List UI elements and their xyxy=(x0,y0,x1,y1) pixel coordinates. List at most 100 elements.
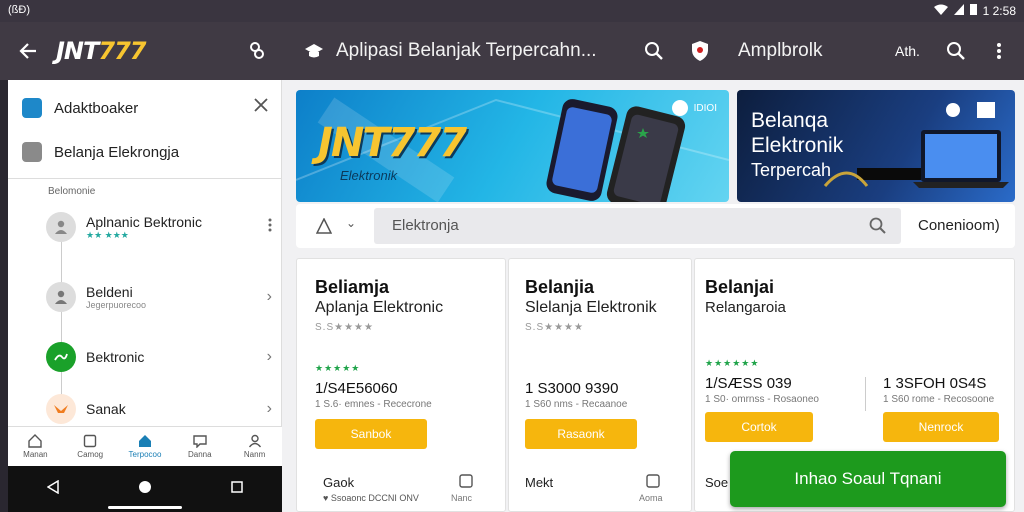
chevron-down-icon[interactable]: ⌄ xyxy=(346,216,356,230)
nav-active[interactable]: Terpocoo xyxy=(118,427,173,466)
search-icon[interactable] xyxy=(869,217,887,240)
product-subtitle: Relangaroia xyxy=(705,299,786,316)
product-title: Belanjai xyxy=(705,277,775,297)
nav-chat[interactable]: Danna xyxy=(172,427,227,466)
search-button[interactable] xyxy=(644,22,664,80)
signal-icon xyxy=(953,3,964,18)
status-bar: (ßÐ) 1 2:58 xyxy=(0,0,1024,22)
home-icon xyxy=(28,434,43,448)
sidebar-header-1-label: Adaktboaker xyxy=(54,99,139,117)
sidebar-item-subtitle: Jegerpuorecoo xyxy=(86,300,147,310)
text-size-button[interactable]: Ath. xyxy=(895,22,920,80)
banner-badge-text: IDIOI xyxy=(693,102,717,114)
nav-label: Terpocoo xyxy=(128,450,162,459)
catalog-icon xyxy=(83,434,97,448)
nav-label: Nanm xyxy=(243,450,266,459)
product-meta: 1 S.6· emnes - Rececrone xyxy=(315,399,432,410)
buy-button[interactable]: Rasaonk xyxy=(525,419,637,449)
product-meta-2: 1 S60 rome - Recosoone xyxy=(883,394,995,405)
product-card[interactable]: Belanjia Slelanja Elektronik S.S★★★★ 1 S… xyxy=(508,258,692,512)
product-rating: S.S★★★★ xyxy=(525,322,584,333)
person-icon xyxy=(248,434,261,448)
sidebar-header-1[interactable]: Adaktboaker xyxy=(8,96,282,120)
product-price: 1/S4E56060 xyxy=(315,380,398,397)
back-button[interactable] xyxy=(18,22,38,80)
cart-icon[interactable] xyxy=(459,474,473,493)
more-vert-icon[interactable] xyxy=(268,218,272,237)
card-footer-label: Soe xyxy=(705,475,729,490)
product-title: Beliamja xyxy=(315,277,390,297)
nav-profile[interactable]: Nanm xyxy=(227,427,282,466)
buy-button[interactable]: Cortok xyxy=(705,412,813,442)
link-icon xyxy=(54,353,68,361)
product-price-2: 1 3SFOH 0S4S xyxy=(883,375,987,392)
avatar xyxy=(46,342,76,372)
banner-line-2: Elektronik xyxy=(751,134,844,157)
more-options-button[interactable] xyxy=(996,22,1002,80)
product-meta: 1 S60 nms - Recaanoe xyxy=(525,399,628,410)
product-subtitle: Aplanja Elektronic xyxy=(315,299,444,316)
recents-square-icon[interactable] xyxy=(230,480,243,498)
chevron-right-icon: › xyxy=(266,400,272,417)
card-footer-label: Gaok xyxy=(323,475,355,490)
search-row: ⌄ Elektronja Conenioom) xyxy=(296,204,1015,248)
sidebar-item-beldeni[interactable]: Beldeni Jegerpuorecoo › xyxy=(8,276,282,318)
nav-home[interactable]: Manan xyxy=(8,427,63,466)
product-rating: S.S★★★★ xyxy=(315,322,374,333)
sidebar-item-label: Sanak xyxy=(86,401,126,417)
nav-label: Camog xyxy=(77,450,104,459)
shield-icon[interactable] xyxy=(690,22,710,80)
search-placeholder: Elektronja xyxy=(392,217,459,234)
main-content: JNT777 Elektronik IDIOI Belanqa Elektron… xyxy=(282,80,1024,512)
chevron-right-icon: › xyxy=(266,288,272,305)
sidebar-item-bektronic[interactable]: Bektronic › xyxy=(8,340,282,374)
cart-icon[interactable] xyxy=(646,474,660,493)
search-button-2[interactable] xyxy=(946,22,966,80)
app-logo: JNT 777 xyxy=(56,22,147,80)
banner-badges: IDIOI xyxy=(671,100,717,116)
nav-catalog[interactable]: Camog xyxy=(63,427,118,466)
avatar xyxy=(46,282,76,312)
gesture-handle xyxy=(108,506,182,509)
banner-headline: Belanqa Elektronik Terpercah xyxy=(751,108,843,183)
product-price: 1 S3000 9390 xyxy=(525,380,619,397)
add-to-cart-button[interactable]: Inhao Soaul Tqnani xyxy=(730,451,1006,507)
product-rating-green: ★★★★★★ xyxy=(705,358,760,368)
product-card[interactable]: Beliamja Aplanja Elektronic S.S★★★★ ★★★★… xyxy=(296,258,506,512)
sidebar-header-2-label: Belanja Elekrongja xyxy=(54,143,180,161)
sidebar-header-2[interactable]: Belanja Elekrongja xyxy=(8,140,282,164)
battery-icon xyxy=(969,3,977,18)
close-icon[interactable] xyxy=(254,98,268,117)
person-icon xyxy=(55,290,67,304)
card-footer-sub-2: Aoma xyxy=(639,493,663,503)
product-subtitle: Slelanja Elektronik xyxy=(525,299,657,316)
back-triangle-icon[interactable] xyxy=(46,479,60,499)
sidebar-item-label: Beldeni xyxy=(86,284,133,300)
graduation-icon xyxy=(304,22,324,80)
divider xyxy=(865,377,866,411)
buy-button-2[interactable]: Nenrock xyxy=(883,412,999,442)
bird-icon xyxy=(54,405,68,413)
search-input[interactable]: Elektronja xyxy=(374,208,901,244)
person-icon xyxy=(55,220,67,234)
sidebar-item-rating: ★★ ★★★ xyxy=(86,229,129,240)
user-switch-button[interactable] xyxy=(246,22,268,80)
banner-brand: JNT777 xyxy=(318,120,467,166)
promo-banner-jnt[interactable]: JNT777 Elektronik IDIOI xyxy=(296,90,729,202)
sidebar-drawer: Adaktboaker Belanja Elekrongja Belomonie… xyxy=(8,80,282,466)
promo-banner-elektronik[interactable]: Belanqa Elektronik Terpercah xyxy=(737,90,1015,202)
account-name[interactable]: Amplbrolk xyxy=(738,22,822,80)
filter-label[interactable]: Conenioom) xyxy=(918,217,1000,234)
avatar xyxy=(46,394,76,424)
nav-label: Manan xyxy=(23,450,48,459)
arrow-back-icon xyxy=(19,43,36,59)
buy-button[interactable]: Sanbok xyxy=(315,419,427,449)
home-circle-icon[interactable] xyxy=(138,480,152,499)
cloud-icon xyxy=(22,142,42,162)
chevron-right-icon: › xyxy=(266,348,272,365)
sidebar-item-aplnanic[interactable]: Aplnanic Bektronic ★★ ★★★ xyxy=(8,206,282,248)
sidebar-item-sanak[interactable]: Sanak › xyxy=(8,394,282,424)
banner-caption: Elektronik xyxy=(340,168,398,183)
folder-icon xyxy=(22,98,42,118)
category-icon[interactable] xyxy=(315,217,333,239)
